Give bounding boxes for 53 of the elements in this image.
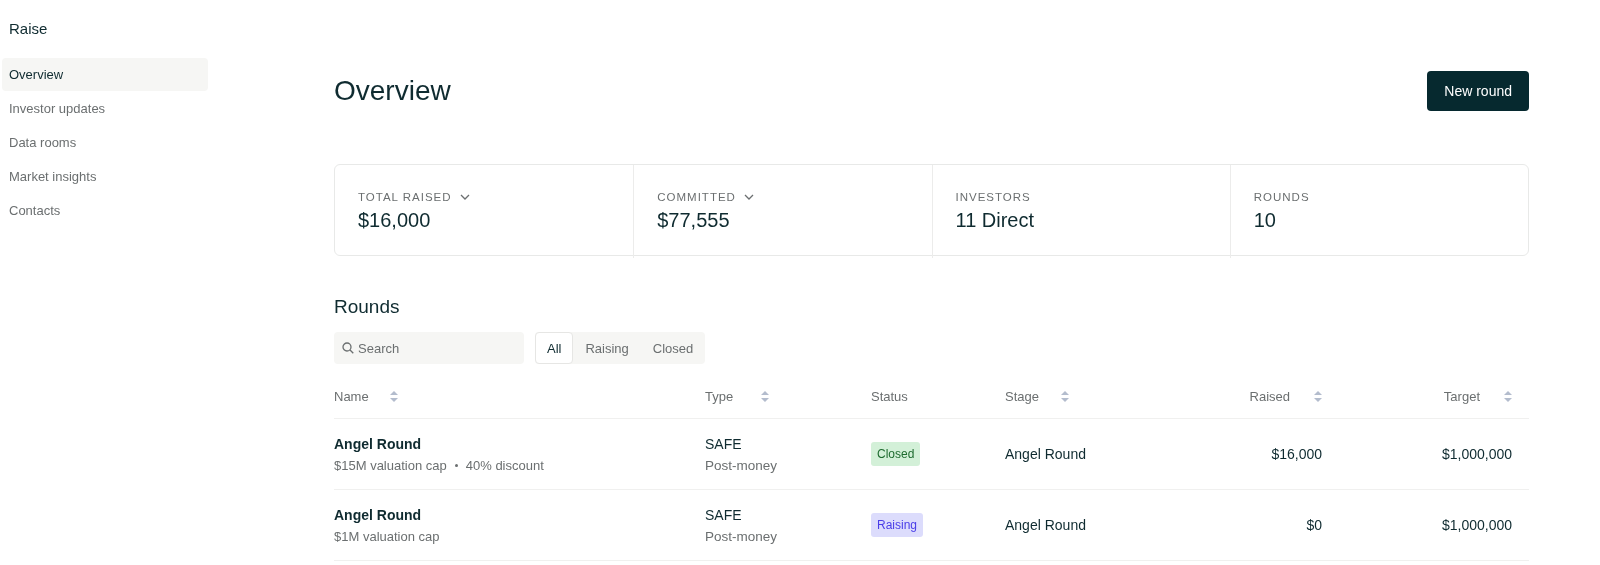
sort-icon[interactable] (1314, 390, 1322, 402)
stat-value: 11 Direct (955, 209, 1036, 232)
status-badge: Closed (871, 442, 921, 466)
page-title: Overview (334, 75, 451, 107)
search-field[interactable]: Search (334, 332, 524, 364)
sidebar-item[interactable]: Data rooms (2, 126, 208, 159)
stat-value: $16,000 (358, 209, 432, 232)
app-brand: Raise (8, 20, 49, 37)
round-name[interactable]: Angel Round (334, 435, 422, 452)
target-amount: $1,000,000 (1441, 446, 1512, 462)
search-icon (342, 342, 354, 354)
round-name[interactable]: Angel Round (334, 506, 422, 523)
raised-amount: $16,000 (1271, 446, 1322, 462)
new-round-button[interactable]: New round (1427, 71, 1529, 111)
sidebar-item[interactable]: Contacts (2, 194, 208, 227)
sidebar-item[interactable]: Investor updates (2, 92, 208, 125)
filter-tab[interactable]: Closed (640, 332, 706, 364)
sort-icon[interactable] (761, 390, 769, 402)
sort-icon[interactable] (390, 390, 398, 402)
round-terms: $1M valuation cap (334, 528, 440, 544)
stat-value: $77,555 (657, 209, 731, 232)
sidebar-item[interactable]: Overview (2, 58, 208, 91)
separator-dot (454, 463, 458, 467)
chevron-down-icon[interactable] (743, 194, 754, 200)
round-stage: Angel Round (1005, 517, 1086, 533)
round-type: SAFE (705, 435, 742, 452)
stat-value: 10 (1253, 209, 1277, 232)
stat-label: INVESTORS (955, 191, 1031, 203)
round-subtype: Post-money (705, 528, 778, 544)
column-header: Stage (1005, 388, 1040, 404)
round-terms: 40% discount (465, 457, 544, 473)
sort-icon[interactable] (1504, 390, 1512, 402)
raised-amount: $0 (1306, 517, 1322, 533)
column-header: Type (705, 388, 735, 404)
target-amount: $1,000,000 (1441, 517, 1512, 533)
column-header: Status (871, 388, 909, 404)
column-header: Name (334, 388, 370, 404)
filter-tab[interactable]: Raising (573, 332, 641, 364)
chevron-down-icon[interactable] (459, 194, 470, 200)
column-header: Raised (1249, 388, 1290, 404)
sort-icon[interactable] (1061, 390, 1069, 402)
section-title: Rounds (334, 296, 401, 318)
round-stage: Angel Round (1005, 446, 1086, 462)
round-type: SAFE (705, 506, 742, 523)
round-subtype: Post-money (705, 457, 778, 473)
filter-tab[interactable]: All (535, 332, 574, 364)
round-terms: $15M valuation cap (334, 457, 447, 473)
stat-label: COMMITTED (657, 191, 736, 203)
sidebar-item[interactable]: Market insights (2, 160, 208, 193)
stat-label: ROUNDS (1253, 191, 1310, 203)
column-header: Target (1443, 388, 1480, 404)
stat-label: TOTAL RAISED (358, 191, 452, 203)
status-badge: Raising (871, 513, 924, 537)
